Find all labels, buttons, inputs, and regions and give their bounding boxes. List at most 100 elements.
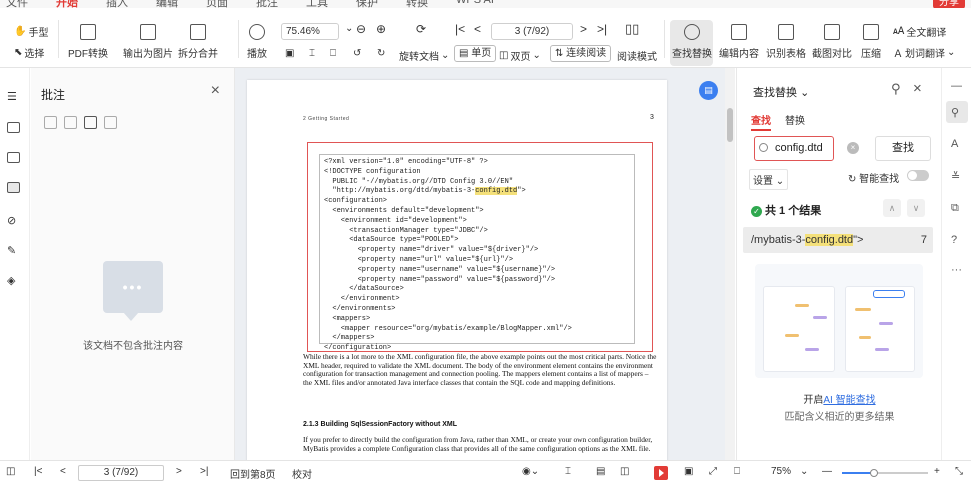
share-button[interactable]: 分享 [933, 0, 965, 8]
note-icon[interactable] [104, 116, 117, 129]
eye-icon[interactable]: ◉⌄ [522, 466, 539, 477]
play-icon[interactable] [654, 466, 668, 480]
thumbnail-icon[interactable] [7, 152, 20, 163]
sidebar-toggle-icon[interactable]: ◫ [6, 466, 15, 477]
zoom-dropdown-icon[interactable]: ⌄ [800, 466, 808, 477]
clear-icon[interactable]: × [847, 142, 859, 154]
top-tab[interactable]: WPS AI [456, 0, 494, 8]
next-page-icon[interactable]: > [580, 22, 587, 36]
fit-page-icon[interactable]: ▣ [684, 466, 693, 477]
rotate-doc-button[interactable]: 旋转文档 ⌄ [399, 48, 449, 63]
export-image-button[interactable]: 输出为图片 [123, 24, 173, 60]
ai-assistant-icon[interactable]: ▤ [699, 81, 718, 100]
single-page-icon[interactable]: ▤ [596, 466, 605, 477]
page-number-input[interactable]: 3 (7/92) [78, 465, 164, 481]
last-page-icon[interactable]: >| [200, 466, 208, 477]
rotate-left-icon[interactable]: ↺ [353, 48, 361, 59]
prev-result-icon[interactable]: ∧ [883, 199, 901, 217]
top-tab[interactable]: 文件 [6, 0, 28, 8]
bookmark-icon[interactable] [7, 122, 20, 133]
first-page-icon[interactable]: |< [455, 22, 465, 36]
zoom-slider[interactable] [842, 469, 928, 477]
zoom-value[interactable]: 75% [771, 466, 791, 477]
collapse-icon[interactable]: — [951, 80, 962, 92]
attachment-icon[interactable]: ⊘ [7, 214, 20, 227]
fit-width-icon[interactable]: ⌶ [309, 48, 315, 59]
split-merge-button[interactable]: 拆分合并 [178, 24, 218, 60]
zoom-input[interactable]: 75.46% [281, 23, 339, 40]
zoom-out-icon[interactable]: — [822, 466, 832, 477]
adjust-icon[interactable]: ≚ [951, 170, 960, 183]
last-page-icon[interactable]: >| [597, 22, 607, 36]
close-icon[interactable]: × [913, 80, 922, 97]
select-tool-button[interactable]: ⬉ 选择 [14, 45, 44, 60]
double-page-icon[interactable]: ◫ [620, 466, 629, 477]
signature-icon[interactable]: ✎ [7, 244, 20, 257]
translate-icon[interactable]: A [951, 138, 958, 150]
tab-replace[interactable]: 替换 [785, 112, 805, 127]
actual-size-icon[interactable]: ⎕ [734, 466, 740, 477]
scrollbar-thumb[interactable] [727, 108, 733, 142]
first-page-icon[interactable]: |< [34, 466, 42, 477]
search-input[interactable]: config.dtd [754, 136, 834, 161]
more-icon[interactable]: ··· [951, 264, 962, 276]
continuous-read-button[interactable]: ⇅ 连续阅读 [550, 45, 612, 62]
zoom-in-icon[interactable]: + [934, 466, 940, 477]
document-viewport[interactable]: 2 Getting Started 3 <?xml version="1.0" … [235, 68, 725, 460]
outline-icon[interactable]: ☰ [7, 90, 20, 103]
top-tab[interactable]: 转换 [406, 0, 428, 8]
ai-find-toggle[interactable] [907, 170, 929, 181]
ai-find-link[interactable]: AI 智能查找 [823, 395, 875, 406]
compress-button[interactable]: 压缩 [861, 24, 881, 60]
search-result-item[interactable]: /mybatis-3-config.dtd"> 7 [743, 227, 933, 253]
find-replace-button[interactable]: 查找替换 [672, 24, 712, 60]
pin-icon[interactable]: ⚲ [891, 81, 901, 97]
fit-page-icon[interactable]: ▣ [285, 48, 294, 59]
top-tab[interactable]: 保护 [356, 0, 378, 8]
zoom-slider-knob[interactable] [869, 469, 878, 477]
fit-width-icon[interactable]: ⌶ [565, 466, 571, 477]
tab-find[interactable]: 查找 [751, 112, 771, 131]
word-translate-button[interactable]: Ａ 划词翻译 ⌄ [893, 45, 955, 60]
vertical-scrollbar[interactable] [725, 68, 735, 460]
enable-ai-find[interactable]: 开启AI 智能查找 [737, 391, 942, 406]
single-page-button[interactable]: ▤ 单页 [454, 45, 497, 62]
play-button[interactable]: 播放 [247, 24, 267, 60]
hand-tool-button[interactable]: ✋ 手型 [14, 24, 48, 39]
actual-size-icon[interactable]: ⎕ [330, 48, 336, 59]
recognize-table-button[interactable]: 识别表格 [766, 24, 806, 60]
close-icon[interactable]: × [211, 82, 220, 100]
expand-icon[interactable]: ⤡ [955, 466, 963, 477]
delete-icon[interactable] [64, 116, 77, 129]
zoom-in-icon[interactable]: ⊕ [376, 22, 386, 36]
top-tab[interactable]: 插入 [106, 0, 128, 8]
screenshot-compare-button[interactable]: 截图对比 [812, 24, 852, 60]
read-mode-button[interactable]: 阅读模式 [617, 48, 657, 63]
comment-icon[interactable] [7, 182, 20, 193]
fullscreen-icon[interactable]: ⤢ [709, 466, 717, 477]
settings-dropdown[interactable]: 设置 ⌄ [749, 169, 789, 190]
full-translate-button[interactable]: 🗚 全文翻译 [893, 24, 946, 39]
edit-content-button[interactable]: 编辑内容 [719, 24, 759, 60]
pdf-convert-button[interactable]: PDF转换 [68, 24, 108, 60]
rotate-doc-icon[interactable]: ⟳ [416, 22, 426, 36]
zoom-out-icon[interactable]: ⊖ [356, 22, 366, 36]
find-button[interactable]: 查找 [875, 136, 931, 161]
top-tab[interactable]: 工具 [306, 0, 328, 8]
zoom-dropdown-icon[interactable]: ⌄ [345, 23, 353, 34]
double-page-button[interactable]: ◫ 双页 ⌄ [499, 48, 541, 63]
top-tab[interactable]: 页面 [206, 0, 228, 8]
view-icon[interactable] [84, 116, 97, 129]
find-replace-title[interactable]: 查找替换 ⌄ [753, 84, 809, 100]
prev-page-icon[interactable]: < [60, 466, 66, 477]
filter-icon[interactable] [44, 116, 57, 129]
top-tab[interactable]: 编辑 [156, 0, 178, 8]
top-tab[interactable]: 批注 [256, 0, 278, 8]
top-tab[interactable]: 开始 [56, 0, 78, 8]
search-icon[interactable]: ⚲ [951, 106, 959, 119]
help-icon[interactable]: ? [951, 234, 957, 246]
next-result-icon[interactable]: ∨ [907, 199, 925, 217]
next-page-icon[interactable]: > [176, 466, 182, 477]
rotate-right-icon[interactable]: ↻ [377, 48, 385, 59]
proofread-button[interactable]: 校对 [292, 466, 312, 481]
